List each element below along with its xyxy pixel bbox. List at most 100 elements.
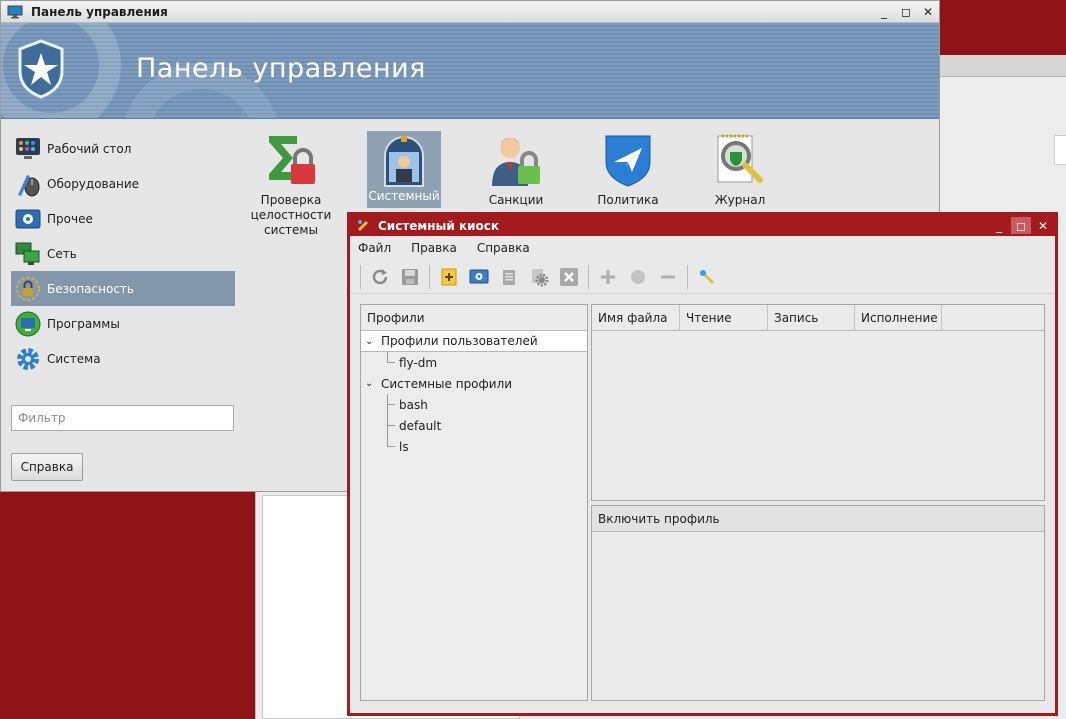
collapse-arrow-icon[interactable]: ⌄ [361,336,375,347]
filter-input[interactable]: Фильтр [11,405,234,431]
include-profile-panel[interactable]: Включить профиль [591,505,1045,701]
tile-label: Санкции [488,193,544,207]
profiles-tree[interactable]: Профили ⌄ Профили пользователей fly-dm ⌄… [360,304,588,701]
toolbar-separator [687,264,688,289]
sidebar-item-label: Безопасность [47,281,134,296]
kiosk-menubar: Файл Правка Справка [350,236,1055,260]
system-icon [13,345,43,373]
tree-node-user-profiles[interactable]: ⌄ Профили пользователей [361,331,587,352]
toolbar-separator [588,264,589,289]
sidebar-item-label: Оборудование [47,176,139,191]
programs-icon [13,310,43,338]
tile-label: Проверка целостности системы [250,193,332,237]
help-button[interactable]: Справка [11,453,83,481]
sidebar-item-desktop[interactable]: Рабочий стол [11,131,235,166]
profiles-header: Профили [361,305,587,331]
tree-node-label: bash [399,397,428,412]
delete-icon[interactable] [556,264,582,290]
journal-icon [703,131,777,189]
tree-branch-line [387,352,395,363]
control-panel-sidebar: Рабочий стол Оборудование Прочее Сеть Бе… [11,131,235,401]
sidebar-item-label: Рабочий стол [47,141,132,156]
files-table[interactable]: Имя файла Чтение Запись Исполнение [591,304,1045,501]
network-icon [13,240,43,268]
sidebar-item-security[interactable]: Безопасность [11,271,235,306]
settings-icon[interactable] [526,264,552,290]
tree-node-label: fly-dm [399,355,438,370]
control-panel-banner: Панель управления [1,23,939,119]
kiosk-maximize-button[interactable]: ◻ [1011,217,1031,234]
background-window-field [1054,135,1066,165]
sidebar-item-label: Прочее [47,211,93,226]
menu-help[interactable]: Справка [477,241,530,255]
save-icon[interactable] [397,264,423,290]
minimize-button[interactable]: _ [873,3,895,21]
sidebar-item-system[interactable]: Система [11,341,235,376]
kiosk-minimize-button[interactable]: _ [989,217,1009,234]
tile-policy[interactable]: Политика [583,131,673,208]
system-kiosk-icon [367,131,441,189]
sidebar-item-label: Система [47,351,101,366]
wand-icon[interactable] [694,264,720,290]
menu-file[interactable]: Файл [358,241,391,255]
tree-node-label: default [399,418,442,433]
collapse-arrow-icon[interactable]: ⌄ [361,378,375,389]
tree-node-label: Системные профили [381,376,513,391]
integrity-check-icon [254,131,328,189]
tile-sanctions[interactable]: Санкции [471,131,561,208]
column-write[interactable]: Запись [768,305,855,330]
plus-icon[interactable] [595,264,621,290]
tree-node-fly-dm[interactable]: fly-dm [361,352,587,373]
tree-node-ls[interactable]: ls [361,426,587,457]
sidebar-item-programs[interactable]: Программы [11,306,235,341]
system-kiosk-window: Системный киоск _ ◻ ✕ Файл Правка Справк… [347,212,1058,716]
sidebar-item-network[interactable]: Сеть [11,236,235,271]
tree-node-label: ls [399,439,409,454]
kiosk-close-button[interactable]: ✕ [1033,217,1053,234]
files-table-header: Имя файла Чтение Запись Исполнение [592,305,1044,331]
desktop-icon [13,135,43,163]
toolbar-separator [360,264,361,289]
sidebar-item-hardware[interactable]: Оборудование [11,166,235,201]
tile-integrity-check[interactable]: Проверка целостности системы [246,131,336,238]
kiosk-toolbar [350,260,1055,294]
tree-branch-line [387,426,395,447]
column-filename[interactable]: Имя файла [592,305,680,330]
hardware-icon [13,170,43,198]
banner-title: Панель управления [136,53,426,84]
monitor-icon [7,5,23,18]
tree-node-system-profiles[interactable]: ⌄ Системные профили [361,373,587,394]
tile-label: Журнал [714,193,766,207]
menu-edit[interactable]: Правка [411,241,457,255]
policy-icon [591,131,665,189]
sidebar-item-label: Сеть [47,246,77,261]
tile-journal[interactable]: Журнал [695,131,785,208]
sanctions-icon [479,131,553,189]
tile-system-kiosk[interactable]: Системный [359,131,449,208]
control-panel-titlebar[interactable]: Панель управления _ ◻ ✕ [1,1,939,23]
tile-label: Системный [367,189,441,208]
kiosk-app-icon [357,219,369,231]
security-icon [13,275,43,303]
screen-icon[interactable] [466,264,492,290]
maximize-button[interactable]: ◻ [895,3,917,21]
tree-branch-line [387,405,395,426]
toolbar-separator [429,264,430,289]
kiosk-title: Системный киоск [378,218,500,233]
circle-icon[interactable] [625,264,651,290]
include-profile-header: Включить профиль [592,506,1044,532]
misc-icon [13,205,43,233]
add-profile-icon[interactable] [436,264,462,290]
tree-node-label: Профили пользователей [381,334,538,348]
column-execute[interactable]: Исполнение [855,305,942,330]
kiosk-titlebar[interactable]: Системный киоск _ ◻ ✕ [350,215,1055,236]
minus-icon[interactable] [655,264,681,290]
tree-branch-line [387,394,395,405]
refresh-icon[interactable] [367,264,393,290]
clipboard-icon[interactable] [496,264,522,290]
shield-star-icon [18,39,64,99]
sidebar-item-label: Программы [47,316,120,331]
close-button[interactable]: ✕ [917,3,939,21]
column-read[interactable]: Чтение [680,305,768,330]
sidebar-item-misc[interactable]: Прочее [11,201,235,236]
